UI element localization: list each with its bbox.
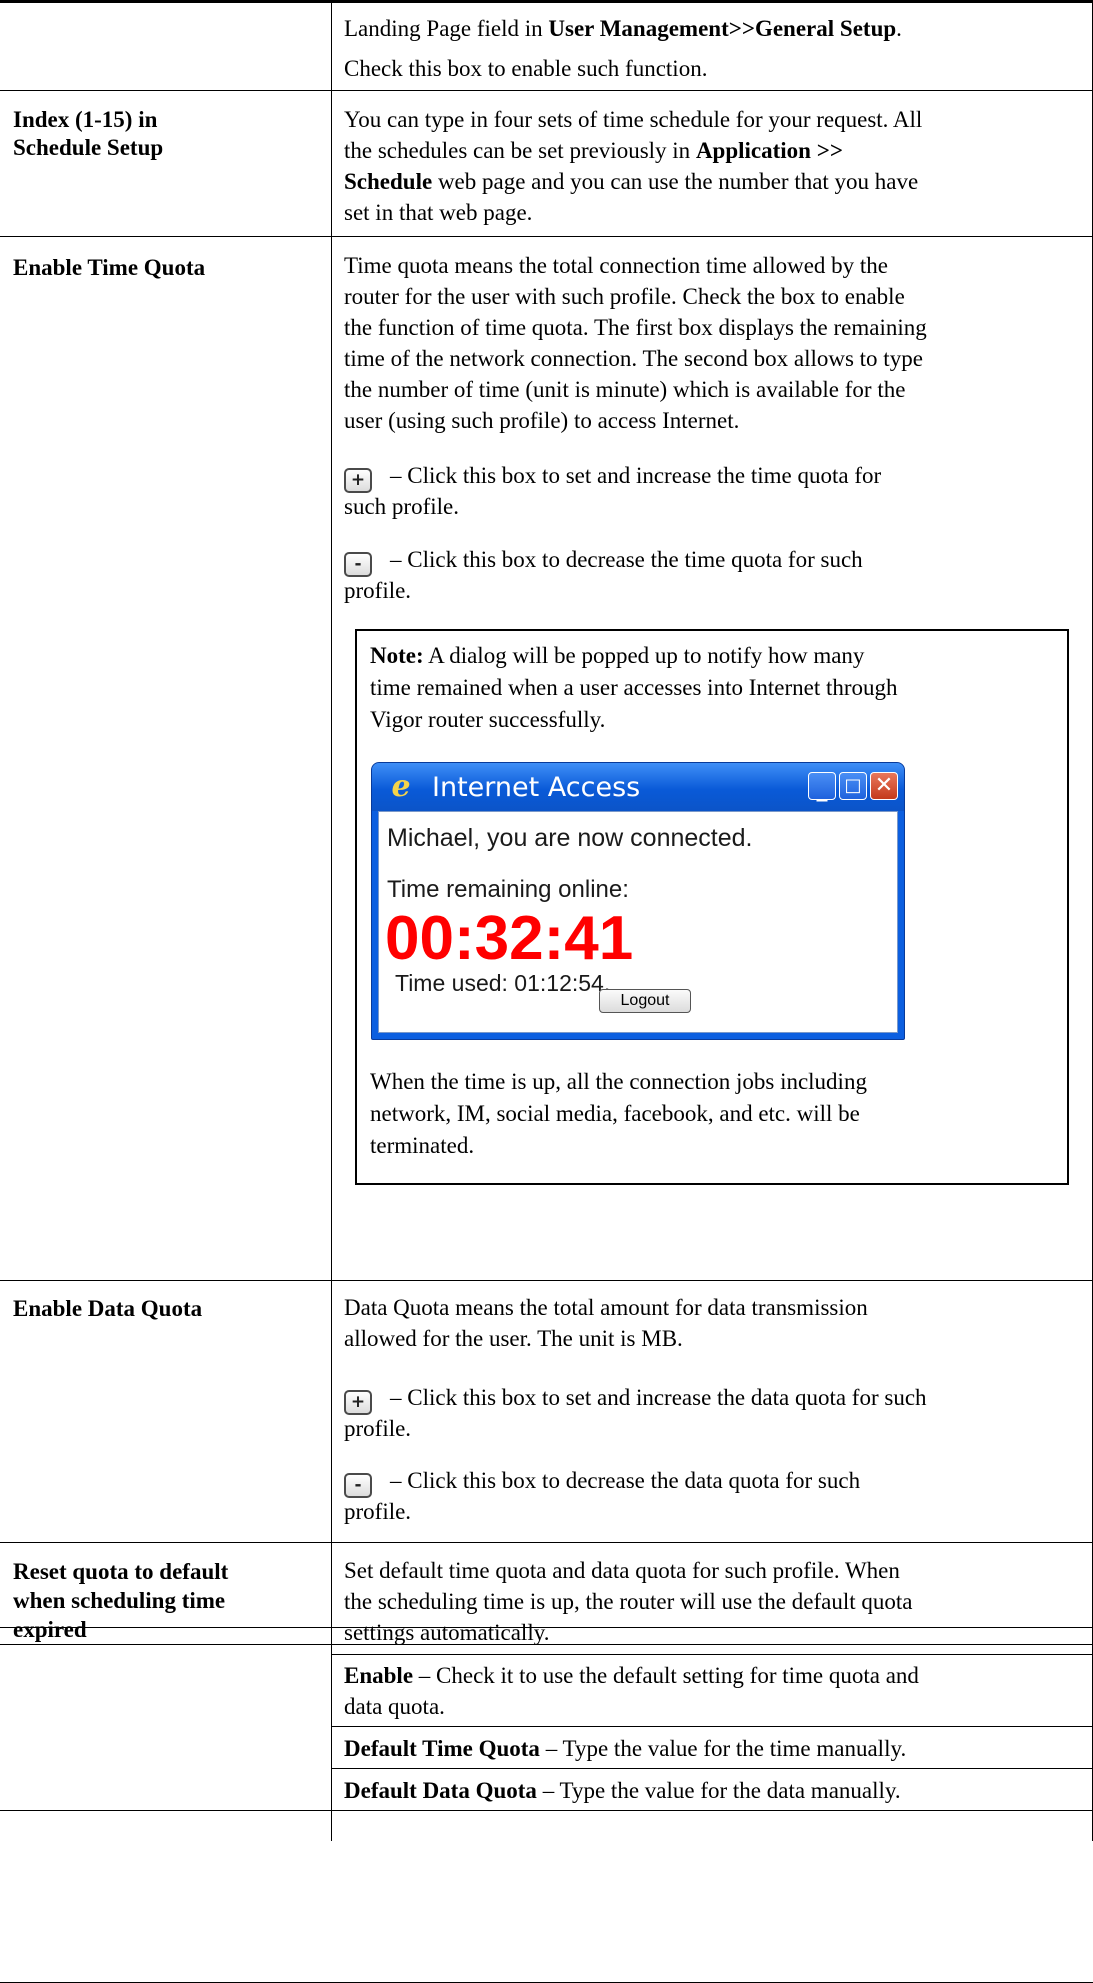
reset-label-3: expired — [13, 1617, 87, 1642]
index-desc-4: set in that web page. — [344, 200, 533, 225]
row-divider — [0, 1542, 1093, 1543]
note-text-2: time remained when a user accesses into … — [370, 675, 898, 700]
time-quota-desc-1: Time quota means the total connection ti… — [344, 253, 889, 278]
data-plus-line-2: profile. — [344, 1416, 412, 1441]
time-quota-desc-6: user (using such profile) to access Inte… — [344, 408, 740, 433]
time-used-text: Time used: 01:12:54. — [395, 970, 611, 996]
data-quota-desc-2: allowed for the user. The unit is MB. — [344, 1326, 683, 1351]
reset-desc-2: the scheduling time is up, the router wi… — [344, 1589, 913, 1614]
row-divider — [0, 90, 1093, 91]
minimize-icon[interactable]: _ — [808, 772, 836, 802]
reset-default-data: Default Data Quota – Type the value for … — [344, 1778, 901, 1803]
minus-icon: - — [344, 552, 372, 577]
dialog-titlebar: e Internet Access _ □ ✕ — [372, 763, 904, 811]
minus-icon: - — [344, 1473, 372, 1498]
reset-desc-3: settings automatically. — [344, 1620, 550, 1645]
index-label-2: Schedule Setup — [13, 135, 164, 160]
note-text-1: Note: A dialog will be popped up to noti… — [370, 643, 865, 668]
time-minus-line: - – Click this box to decrease the time q… — [344, 544, 863, 577]
reset-enable-1: Enable – Check it to use the default set… — [344, 1663, 919, 1688]
time-plus-line: + – Click this box to set and increase th… — [344, 460, 881, 493]
note-box: Note: A dialog will be popped up to noti… — [355, 629, 1069, 1185]
inner-divider — [332, 1654, 1092, 1655]
data-quota-label: Enable Data Quota — [13, 1296, 203, 1321]
note-after-3: terminated. — [370, 1133, 475, 1158]
dialog-body: Michael, you are now connected. Time rem… — [378, 811, 898, 1033]
note-text-3: Vigor router successfully. — [370, 707, 606, 732]
index-label: Index (1-15) in — [13, 107, 158, 132]
plus-icon: + — [344, 468, 372, 493]
dialog-title: Internet Access — [432, 772, 641, 803]
maximize-icon[interactable]: □ — [839, 772, 867, 800]
time-quota-label: Enable Time Quota — [13, 255, 206, 280]
index-desc-2: the schedules can be set previously in A… — [344, 138, 843, 163]
reset-label-1: Reset quota to default — [13, 1559, 229, 1584]
column-divider — [331, 0, 332, 1841]
note-after-1: When the time is up, all the connection … — [370, 1069, 867, 1094]
enable-function-text: Check this box to enable such function. — [344, 56, 708, 81]
internet-access-dialog: e Internet Access _ □ ✕ Michael, you are… — [371, 762, 905, 1040]
data-plus-line: + – Click this box to set and increase th… — [344, 1382, 927, 1415]
plus-icon: + — [344, 1390, 372, 1415]
reset-enable-2: data quota. — [344, 1694, 445, 1719]
index-desc-1: You can type in four sets of time schedu… — [344, 107, 923, 132]
time-minus-line-2: profile. — [344, 578, 412, 603]
row-divider — [0, 1280, 1093, 1281]
logout-button[interactable]: Logout — [599, 989, 691, 1013]
close-icon[interactable]: ✕ — [870, 772, 898, 800]
reset-default-time: Default Time Quota – Type the value for … — [344, 1736, 907, 1761]
data-minus-line: - – Click this box to decrease the data q… — [344, 1465, 860, 1498]
note-after-2: network, IM, social media, facebook, and… — [370, 1101, 860, 1126]
connected-text: Michael, you are now connected. — [387, 824, 753, 852]
data-minus-line-2: profile. — [344, 1499, 412, 1524]
table-top-border — [0, 0, 1093, 3]
remaining-timer: 00:32:41 — [385, 904, 634, 973]
table-bottom-border — [0, 1810, 1093, 1811]
inner-divider — [332, 1726, 1092, 1727]
time-plus-line-2: such profile. — [344, 494, 459, 519]
ie-logo-icon: e — [391, 769, 411, 804]
index-desc-3: Schedule web page and you can use the nu… — [344, 169, 919, 194]
time-quota-desc-2: router for the user with such profile. C… — [344, 284, 905, 309]
time-quota-desc-4: time of the network connection. The seco… — [344, 346, 923, 371]
row-divider — [0, 236, 1093, 237]
reset-desc-1: Set default time quota and data quota fo… — [344, 1558, 900, 1583]
time-quota-desc-5: the number of time (unit is minute) whic… — [344, 377, 906, 402]
remaining-label: Time remaining online: — [387, 876, 629, 903]
data-quota-desc-1: Data Quota means the total amount for da… — [344, 1295, 868, 1320]
inner-divider — [332, 1768, 1092, 1769]
reset-label-2: when scheduling time — [13, 1588, 226, 1613]
landing-page-text: Landing Page field in User Management>>G… — [344, 16, 902, 41]
time-quota-desc-3: the function of time quota. The first bo… — [344, 315, 927, 340]
